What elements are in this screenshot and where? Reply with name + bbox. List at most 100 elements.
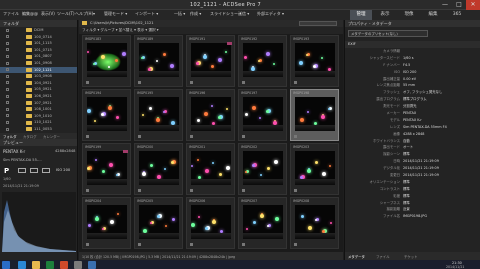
property-row[interactable]: 撮影シーン 標準 [345,151,480,158]
tree-item[interactable]: 101_0715 [0,47,77,54]
tree-item[interactable]: 104_0921 [0,80,77,87]
filter-toolbar[interactable]: フィルタ ▾ グループ ▾ 並べ替え ▾ 表示 ▾ 選択 ▾ [79,27,343,34]
ie-icon[interactable] [18,260,26,269]
left-tab[interactable]: フォルダ [3,134,17,139]
checkbox[interactable] [6,81,9,85]
property-value[interactable]: 標準 [403,151,410,158]
folder-tree[interactable]: DCIM 100_0714 101_1115 101_0715 101_0807 101_… [0,27,77,133]
menu-item[interactable]: インポート ▾ [135,11,158,17]
property-row[interactable]: 露出プログラム 標準プログラム [345,96,480,103]
property-value[interactable]: PENTAX [403,110,416,117]
tree-item[interactable]: 101_1115 [0,40,77,47]
checkbox[interactable] [6,68,9,72]
checkbox[interactable] [6,48,9,52]
tree-item[interactable]: 100_0714 [0,34,77,41]
menu-item[interactable]: 管理モード ▾ [104,11,127,17]
property-value[interactable]: 標準 [403,193,410,200]
property-value[interactable]: F4.5 [403,62,410,69]
property-row[interactable]: レンズ Sim PENTAX-DA 55mm F4 [345,124,480,131]
menu-item[interactable]: ▾ [93,11,95,16]
tree-item[interactable]: DCIM [0,27,77,34]
thumbnail[interactable]: IMGP0198 [290,89,339,141]
property-row[interactable]: 画像 4288 x 2848 [345,131,480,138]
menu-item[interactable]: ヘルプ(H) [75,11,93,17]
checkbox[interactable] [6,120,9,124]
property-value[interactable]: ISO 200 [403,69,416,76]
property-value[interactable]: 2014/11/21 21:19:09 [403,165,439,172]
thumbnail[interactable]: IMGP0202 [238,143,287,195]
property-row[interactable]: コントラスト 標準 [345,186,480,193]
property-row[interactable]: シャープネス 標準 [345,200,480,207]
property-value[interactable]: 標準プログラム [403,96,427,103]
property-value[interactable]: 4288 x 2848 [403,131,424,138]
checkbox[interactable] [6,41,9,45]
property-row[interactable]: 露出モード オート [345,144,480,151]
tree-item[interactable]: 109_1010 [0,113,77,120]
right-tab[interactable]: チケット [404,254,418,259]
thumbnail[interactable]: IMGP0191 [186,35,235,87]
acdsee-icon[interactable] [88,260,96,269]
property-row[interactable]: ファイル名 IMGP0198.JPG [345,213,480,220]
path-bar[interactable]: C:\Users\b\Pictures\DCIM\102_1121 [79,20,343,27]
property-value[interactable]: 標準 [403,200,410,207]
property-value[interactable]: 分割測光 [403,103,417,110]
maximize-button[interactable]: □ [452,0,466,10]
quick-search-input[interactable] [299,21,337,26]
property-row[interactable]: カメラ情報 [345,48,480,55]
thumbnail[interactable]: IMGP0201 [186,143,235,195]
tree-item[interactable]: 103_0908 [0,73,77,80]
property-row[interactable]: レンズ焦点距離 55 mm [345,82,480,89]
thumbnail-grid[interactable]: IMGP0183 IMGP0189 IMGP0191 IMGP0192 IMGP0193… [79,34,343,252]
camera-app-icon[interactable] [74,260,82,269]
menu-item[interactable]: 表示(V) [41,11,55,17]
tree-item[interactable]: 105_0921 [0,86,77,93]
menu-item[interactable]: ツール(T) [57,11,75,17]
property-row[interactable]: ISO ISO 200 [345,69,480,76]
property-row[interactable]: 彩度 標準 [345,193,480,200]
tree-item[interactable]: 101_0908 [0,60,77,67]
property-row[interactable]: F ナンバー F4.5 [345,62,480,69]
thumbnail[interactable]: IMGP0183 [82,35,131,87]
menu-item[interactable]: 外部エディタ ▾ [257,11,284,17]
tree-item[interactable]: 102_1121 [0,66,77,74]
thumbnail[interactable]: IMGP0199 [82,143,131,195]
minimize-button[interactable]: — [438,0,452,10]
checkbox[interactable] [6,107,9,111]
thumbnail[interactable]: IMGP0207 [238,197,287,249]
property-row[interactable]: メーカー PENTAX [345,110,480,117]
property-row[interactable]: 撮影距離 近景 [345,206,480,213]
property-row[interactable]: 変更日 2014/11/21 21:19:09 [345,172,480,179]
property-value[interactable]: 標準 [403,179,410,186]
tree-item[interactable]: 111_0053 [0,126,77,133]
mode-tab-1[interactable]: 管理 [350,10,372,20]
property-row[interactable]: 測光モード 分割測光 [345,103,480,110]
tree-item[interactable]: 108_1001 [0,106,77,113]
left-tab[interactable]: カタログ [23,134,37,139]
property-row[interactable]: ホワイトバランス 自動 [345,138,480,145]
property-value[interactable]: PENTAX K-r [403,117,422,124]
checkbox[interactable] [6,74,9,78]
property-row[interactable]: オリエンテーション 標準 [345,179,480,186]
thumbnail[interactable]: IMGP0196 [186,89,235,141]
property-row[interactable]: フラッシュ オフ, フラッシュ発光なし [345,89,480,96]
chrome-icon[interactable] [60,260,68,269]
filter-toolbar-label[interactable]: フィルタ ▾ グループ ▾ 並べ替え ▾ 表示 ▾ 選択 ▾ [82,28,159,33]
menu-item[interactable]: ファイル [3,11,19,17]
thumbnail[interactable]: IMGP0200 [134,143,183,195]
property-value[interactable]: 1/60 s [403,55,413,62]
thumbnail[interactable]: IMGP0195 [134,89,183,141]
menu-item[interactable]: スライドショー ▾ [210,11,241,17]
excel-icon[interactable] [46,260,54,269]
checkbox[interactable] [6,28,9,32]
thumbnail[interactable]: IMGP0206 [186,197,235,249]
mode-tab-3[interactable]: 現像 [398,10,420,20]
thumbnail[interactable]: IMGP0204 [82,197,131,249]
property-row[interactable]: 露出補正量 0.00 eV [345,76,480,83]
property-value[interactable]: IMGP0198.JPG [403,213,427,220]
thumbnail[interactable]: IMGP0203 [290,143,339,195]
menu-item[interactable]: 一括 ▾ [174,11,185,17]
tree-item[interactable]: 106_0921 [0,93,77,100]
menu-item[interactable]: 作成 ▾ [190,11,201,17]
checkbox[interactable] [6,87,9,91]
property-value[interactable]: オフ, フラッシュ発光なし [403,89,442,96]
